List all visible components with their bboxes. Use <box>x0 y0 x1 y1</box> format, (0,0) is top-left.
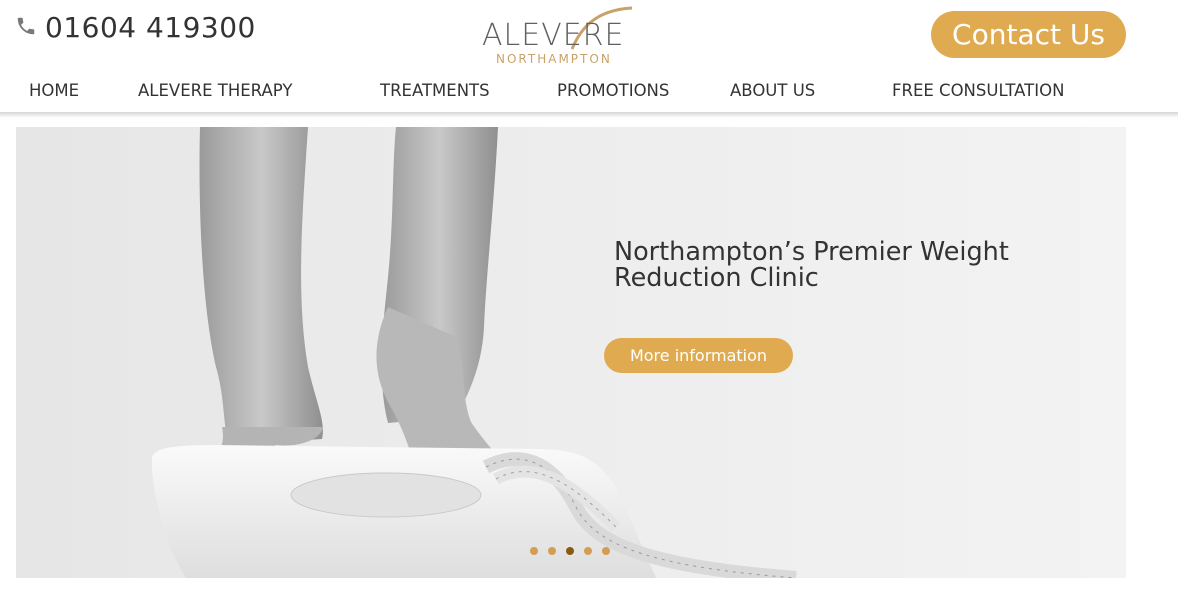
nav-home[interactable]: HOME <box>29 81 79 100</box>
nav-divider <box>0 112 1178 118</box>
slider-dot-5[interactable] <box>602 547 610 555</box>
phone-icon <box>15 15 37 41</box>
contact-us-button[interactable]: Contact Us <box>931 11 1126 58</box>
hero-slider: Northampton’s Premier Weight Reduction C… <box>16 127 1126 578</box>
more-information-button[interactable]: More information <box>604 338 793 373</box>
nav-about-us[interactable]: ABOUT US <box>730 81 815 100</box>
nav-treatments[interactable]: TREATMENTS <box>380 81 490 100</box>
slider-dot-2[interactable] <box>548 547 556 555</box>
phone-contact[interactable]: 01604 419300 <box>15 11 256 44</box>
slider-dot-3[interactable] <box>566 547 574 555</box>
main-nav: HOME ALEVERE THERAPY TREATMENTS PROMOTIO… <box>0 72 1178 112</box>
hero-headline: Northampton’s Premier Weight Reduction C… <box>614 237 1009 293</box>
logo-wordmark: ALEVERE <box>482 18 625 53</box>
logo-subtitle: NORTHAMPTON <box>496 52 612 66</box>
nav-alevere-therapy[interactable]: ALEVERE THERAPY <box>138 81 292 100</box>
slider-dot-4[interactable] <box>584 547 592 555</box>
hero-image-feet-on-scale <box>16 127 1126 578</box>
nav-free-consultation[interactable]: FREE CONSULTATION <box>892 81 1064 100</box>
site-logo[interactable]: ALEVERE NORTHAMPTON <box>476 2 666 68</box>
nav-promotions[interactable]: PROMOTIONS <box>557 81 669 100</box>
slider-pagination <box>530 547 610 555</box>
slider-dot-1[interactable] <box>530 547 538 555</box>
phone-number[interactable]: 01604 419300 <box>45 11 256 44</box>
